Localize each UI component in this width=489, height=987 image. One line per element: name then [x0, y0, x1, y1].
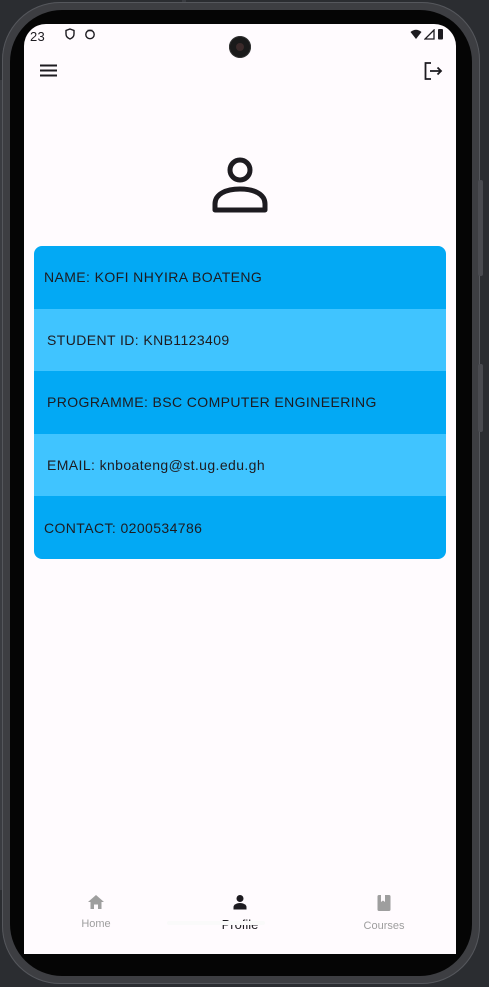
menu-button[interactable]: [38, 60, 60, 82]
profile-avatar-icon: [210, 154, 270, 214]
person-icon: [231, 894, 249, 915]
logout-button[interactable]: [422, 60, 444, 82]
email-text: EMAIL: knboateng@st.ug.edu.gh: [47, 457, 266, 474]
logout-icon: [422, 62, 444, 86]
sync-icon: [84, 28, 96, 43]
home-indicator[interactable]: [167, 921, 265, 925]
signal-icon: [423, 28, 435, 43]
nav-item-profile[interactable]: Profile: [168, 886, 312, 938]
volume-button: [478, 180, 483, 276]
power-button: [478, 364, 483, 432]
nav-item-courses[interactable]: Courses: [312, 886, 456, 938]
shield-icon: [64, 28, 76, 43]
status-time: 23: [30, 29, 46, 44]
app-bar: [24, 52, 456, 92]
battery-icon: [437, 28, 444, 43]
home-icon: [87, 894, 105, 915]
student-id-text: STUDENT ID: KNB1123409: [47, 331, 230, 348]
nav-item-home[interactable]: Home: [24, 886, 168, 938]
app-screen: 23 NAME: KOFI NHYIRA BOATENG STUDENT ID:…: [24, 24, 456, 954]
profile-info-card: NAME: KOFI NHYIRA BOATENG STUDENT ID: KN…: [34, 246, 446, 559]
name-row: NAME: KOFI NHYIRA BOATENG: [34, 246, 446, 309]
contact-text: CONTACT: 0200534786: [44, 519, 203, 536]
student-id-row: STUDENT ID: KNB1123409: [34, 308, 446, 372]
menu-icon: [38, 64, 60, 86]
nav-label-home: Home: [81, 918, 111, 930]
status-right-icons: [410, 28, 444, 43]
programme-text: PROGRAMME: BSC COMPUTER ENGINEERING: [47, 394, 377, 411]
nav-label-courses: Courses: [363, 920, 405, 932]
programme-row: PROGRAMME: BSC COMPUTER ENGINEERING: [34, 371, 446, 434]
email-row: EMAIL: knboateng@st.ug.edu.gh: [34, 433, 446, 497]
bottom-navigation: Home Profile Courses: [24, 886, 456, 938]
book-icon: [375, 894, 393, 917]
name-text: NAME: KOFI NHYIRA BOATENG: [44, 269, 263, 286]
contact-row: CONTACT: 0200534786: [34, 496, 446, 559]
wifi-icon: [410, 28, 422, 43]
